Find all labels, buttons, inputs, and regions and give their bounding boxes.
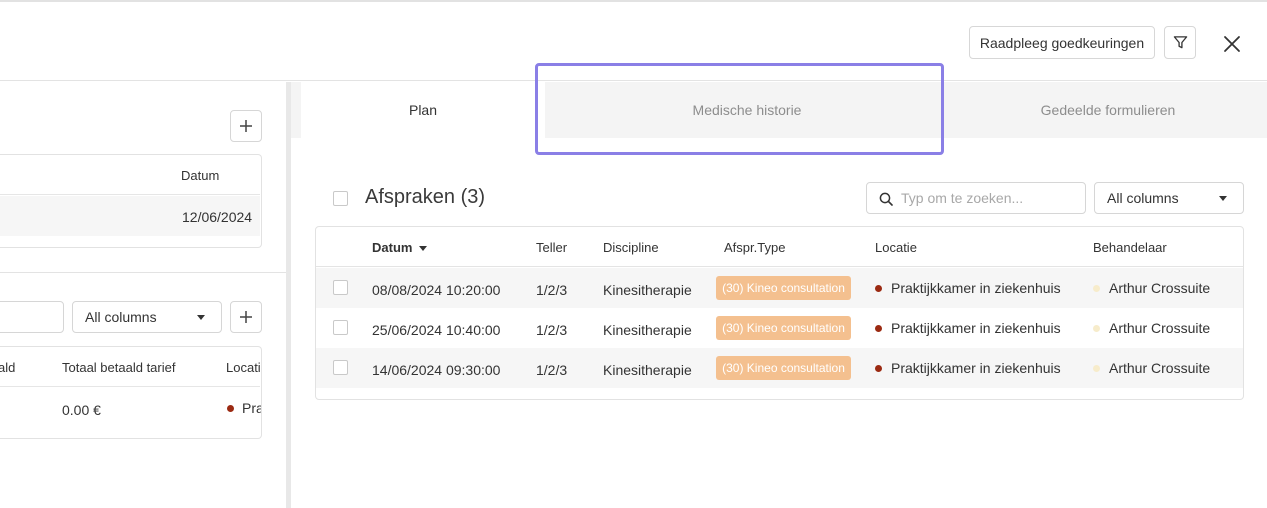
tab-shared-forms[interactable]: Gedeelde formulieren [949, 82, 1267, 138]
practitioner-dot-icon [1093, 325, 1100, 332]
row-counter: 1/2/3 [536, 362, 568, 378]
row-amount: 0.00 € [62, 402, 101, 418]
row-practitioner: Arthur Crossuite [1109, 360, 1211, 376]
row-counter: 1/2/3 [536, 282, 568, 298]
plus-icon [240, 120, 252, 132]
column-header-location[interactable]: Locatie [875, 240, 917, 255]
select-value: All columns [1107, 190, 1179, 206]
search-field[interactable] [866, 182, 1086, 214]
add-item-button[interactable] [230, 110, 262, 142]
left-search-input[interactable] [0, 301, 64, 333]
table-row[interactable]: 12/06/2024 [0, 196, 260, 236]
search-icon [879, 192, 893, 206]
row-checkbox[interactable] [333, 280, 348, 295]
close-button[interactable] [1218, 30, 1246, 58]
location-dot-icon [875, 365, 882, 372]
select-value: All columns [85, 309, 157, 325]
panel-splitter[interactable] [286, 82, 291, 508]
column-header-total-paid[interactable]: Totaal betaald tarief [62, 360, 175, 375]
row-date: 12/06/2024 [182, 209, 253, 225]
tab-medical-history[interactable]: Medische historie [555, 82, 939, 138]
row-location: Praktijkkamer in ziekenhuis [891, 320, 1061, 336]
row-practitioner: Arthur Crossuite [1109, 320, 1211, 336]
column-header-discipline[interactable]: Discipline [603, 240, 659, 255]
row-checkbox[interactable] [333, 360, 348, 375]
column-header-date[interactable]: Datum [372, 240, 412, 255]
close-icon [1224, 36, 1240, 52]
row-practitioner: Arthur Crossuite [1109, 280, 1211, 296]
table-header: Datum [0, 155, 260, 195]
table-header: ald Totaal betaald tarief Locati [0, 347, 261, 387]
column-header-date[interactable]: Datum [181, 168, 219, 183]
table-row[interactable]: 0.00 € Pra [0, 388, 262, 428]
columns-select[interactable]: All columns [1094, 182, 1244, 214]
table-row[interactable]: 08/08/2024 10:20:00 1/2/3 Kinesitherapie… [316, 268, 1243, 308]
row-discipline: Kinesitherapie [603, 322, 692, 338]
row-date: 25/06/2024 10:40:00 [372, 322, 501, 338]
table-row[interactable]: 14/06/2024 09:30:00 1/2/3 Kinesitherapie… [316, 348, 1243, 388]
table-row[interactable]: 25/06/2024 10:40:00 1/2/3 Kinesitherapie… [316, 308, 1243, 348]
chevron-down-icon [197, 315, 205, 320]
filter-button[interactable] [1164, 26, 1196, 59]
appointments-table: Datum Teller Discipline Afspr.Type Locat… [315, 226, 1244, 400]
left-panel: Datum 12/06/2024 All columns ald Totaal … [0, 82, 286, 508]
appointment-type-badge: (30) Kineo consultation [716, 276, 851, 300]
header-bar: Raadpleeg goedkeuringen [0, 2, 1267, 81]
add-row-button[interactable] [230, 301, 262, 333]
chevron-down-icon [1219, 196, 1227, 201]
appointment-type-badge: (30) Kineo consultation [716, 356, 851, 380]
plus-icon [240, 311, 252, 323]
practitioner-dot-icon [1093, 365, 1100, 372]
left-columns-select[interactable]: All columns [72, 301, 222, 333]
tab-bar: Plan Medische historie Gedeelde formulie… [291, 82, 1267, 138]
row-location: Praktijkkamer in ziekenhuis [891, 360, 1061, 376]
column-header-location[interactable]: Locati [226, 360, 261, 375]
left-table-bottom: ald Totaal betaald tarief Locati 0.00 € … [0, 346, 262, 439]
section-title: Afspraken (3) [365, 186, 486, 208]
table-header: Datum Teller Discipline Afspr.Type Locat… [316, 227, 1243, 267]
row-date: 14/06/2024 09:30:00 [372, 362, 501, 378]
left-table-top: Datum 12/06/2024 [0, 154, 262, 248]
sort-desc-icon[interactable] [419, 246, 427, 251]
section-divider [0, 272, 286, 273]
column-header-paid[interactable]: ald [0, 360, 15, 375]
select-all-checkbox[interactable] [333, 191, 348, 206]
practitioner-dot-icon [1093, 285, 1100, 292]
column-header-practitioner[interactable]: Behandelaar [1093, 240, 1167, 255]
location-dot-icon [875, 285, 882, 292]
row-discipline: Kinesitherapie [603, 282, 692, 298]
column-header-counter[interactable]: Teller [536, 240, 567, 255]
row-counter: 1/2/3 [536, 322, 568, 338]
row-discipline: Kinesitherapie [603, 362, 692, 378]
search-input[interactable] [901, 188, 1081, 208]
row-location: Praktijkkamer in ziekenhuis [891, 280, 1061, 296]
tab-plan[interactable]: Plan [301, 82, 545, 138]
appointment-type-badge: (30) Kineo consultation [716, 316, 851, 340]
row-checkbox[interactable] [333, 320, 348, 335]
column-header-type[interactable]: Afspr.Type [724, 240, 785, 255]
location-dot-icon [875, 325, 882, 332]
view-approvals-button[interactable]: Raadpleeg goedkeuringen [969, 26, 1155, 59]
location-dot-icon [227, 405, 234, 412]
row-location: Pra [242, 400, 262, 416]
filter-icon [1173, 36, 1187, 49]
row-date: 08/08/2024 10:20:00 [372, 282, 501, 298]
